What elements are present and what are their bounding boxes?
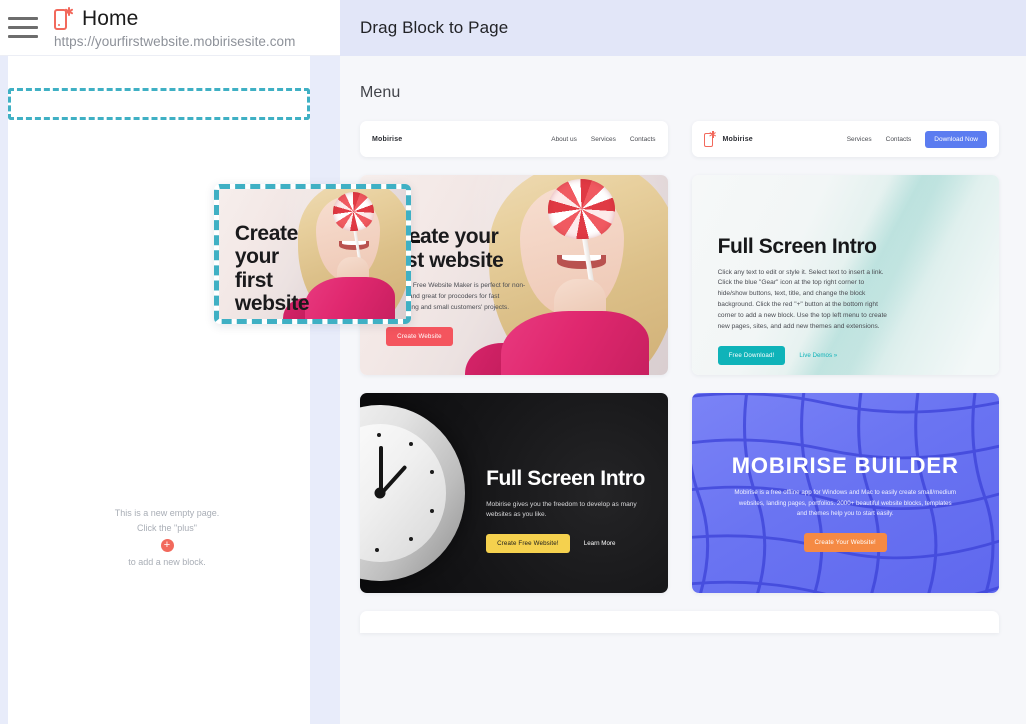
empty-page-line-2: Click the "plus" — [137, 522, 197, 533]
drag-cursor-marker — [412, 240, 420, 243]
add-block-plus-button[interactable]: + — [160, 538, 174, 552]
menu1-nav-item[interactable]: Contacts — [630, 136, 656, 143]
dragged-heading-line-1: Create your — [234, 221, 298, 269]
free-download-button[interactable]: Free Download! — [717, 345, 786, 365]
block-card-intro-dark-clock[interactable]: Full Screen Intro Mobirise gives you the… — [360, 393, 668, 593]
empty-page-line-3: to add a new block. — [128, 556, 206, 567]
block-drop-zone-indicator[interactable] — [8, 88, 310, 120]
clock-hub — [374, 487, 386, 499]
intro-builder-actions: Create Your Website! — [710, 532, 981, 552]
dragged-heading-line-2: first website — [234, 268, 310, 316]
menu2-download-now-button[interactable]: Download Now — [925, 130, 987, 148]
intro-dark-heading: Full Screen Intro — [486, 467, 645, 490]
empty-page-line-1: This is a new empty page. — [114, 508, 220, 518]
block-card-menu-simple[interactable]: Mobirise About us Services Contacts — [360, 121, 668, 157]
page-canvas[interactable]: This is a new empty page. Click the "plu… — [0, 56, 340, 724]
panel-header: Drag Block to Page — [340, 0, 1026, 56]
intro-dark-thumb: Full Screen Intro Mobirise gives you the… — [360, 393, 668, 593]
learn-more-link[interactable]: Learn More — [584, 540, 616, 547]
page-identity: Home https://yourfirstwebsite.mobirisesi… — [54, 6, 295, 49]
intro-dark-actions: Create Free Website! Learn More — [486, 534, 658, 554]
intro-builder-thumb: MOBIRISE BUILDER Mobirise is a free offl… — [691, 393, 999, 593]
dragged-block-heading: Create your first website — [235, 222, 329, 316]
menu1-nav: About us Services Contacts — [551, 136, 655, 143]
smile-shape — [556, 255, 606, 269]
hamburger-line — [8, 35, 38, 38]
block-category-title: Menu — [360, 84, 401, 101]
block-library-panel: Drag Block to Page Menu Mobirise About u… — [340, 0, 1026, 724]
menu1-nav-item[interactable]: Services — [591, 136, 616, 143]
block-card-intro-teal[interactable]: Full Screen Intro Click any text to edit… — [691, 175, 999, 375]
mobirise-logo-icon — [703, 130, 717, 148]
intro-builder-heading: MOBIRISE BUILDER — [731, 453, 959, 478]
intro-teal-thumb: Full Screen Intro Click any text to edit… — [691, 175, 999, 375]
lollipop-candy-shape — [333, 191, 375, 231]
smile-shape — [338, 241, 369, 251]
menu1-brand: Mobirise — [372, 135, 403, 143]
app-topbar: Home https://yourfirstwebsite.mobirisesi… — [0, 0, 340, 56]
menu2-nav-item[interactable]: Services — [847, 136, 872, 143]
canvas-page-sheet[interactable]: This is a new empty page. Click the "plu… — [8, 56, 310, 724]
intro-teal-paragraph: Click any text to edit or style it. Sele… — [717, 268, 887, 330]
block-card-next-partial[interactable] — [360, 611, 999, 633]
live-demos-link[interactable]: Live Demos » — [799, 352, 837, 359]
menu1-nav-item[interactable]: About us — [551, 136, 577, 143]
logo-sparkle-shape — [64, 6, 73, 16]
intro-teal-heading: Full Screen Intro — [717, 235, 877, 258]
intro-teal-actions: Free Download! Live Demos » — [717, 345, 896, 365]
clock-face-shape — [360, 424, 446, 562]
intro-dark-paragraph: Mobirise gives you the freedom to develo… — [486, 500, 637, 519]
dragged-block-content: Create your first website Mobirise Free … — [235, 222, 329, 320]
block-thumbnail-grid: Mobirise About us Services Contacts Mobi… — [340, 102, 1026, 593]
create-your-website-button[interactable]: Create Your Website! — [803, 532, 887, 552]
hamburger-line — [8, 17, 38, 20]
hamburger-line — [8, 26, 38, 29]
block-card-mobirise-builder[interactable]: MOBIRISE BUILDER Mobirise is a free offl… — [691, 393, 999, 593]
menu2-nav: Services Contacts Download Now — [847, 130, 987, 148]
intro-lollipop-actions: Create Website — [386, 326, 540, 346]
intro-builder-paragraph: Mobirise is a free offline app for Windo… — [734, 489, 957, 518]
dragged-block-preview[interactable]: Create your first website Mobirise Free … — [214, 184, 411, 324]
page-title-row: Home — [54, 6, 295, 32]
hamburger-menu-icon[interactable] — [8, 17, 46, 38]
create-free-website-button[interactable]: Create Free Website! — [486, 534, 570, 554]
site-url[interactable]: https://yourfirstwebsite.mobirisesite.co… — [54, 34, 295, 49]
lollipop-candy-shape — [547, 179, 616, 239]
create-website-button[interactable]: Create Website — [386, 326, 453, 346]
intro-dark-content: Full Screen Intro Mobirise gives you the… — [486, 467, 658, 554]
menu-thumb-1: Mobirise About us Services Contacts — [360, 121, 668, 157]
empty-page-message: This is a new empty page. Click the "plu… — [16, 506, 318, 570]
clock-minute-hand — [378, 446, 383, 493]
mobirise-logo-icon — [54, 6, 73, 32]
page-title: Home — [82, 7, 139, 30]
menu2-brand: Mobirise — [722, 135, 753, 143]
menu2-nav-item[interactable]: Contacts — [886, 136, 912, 143]
block-card-menu-with-cta[interactable]: Mobirise Services Contacts Download Now — [691, 121, 999, 157]
panel-header-title: Drag Block to Page — [360, 18, 509, 37]
menu-thumb-2: Mobirise Services Contacts Download Now — [691, 121, 999, 157]
intro-builder-content: MOBIRISE BUILDER Mobirise is a free offl… — [710, 453, 981, 552]
intro-teal-content: Full Screen Intro Click any text to edit… — [717, 235, 896, 365]
